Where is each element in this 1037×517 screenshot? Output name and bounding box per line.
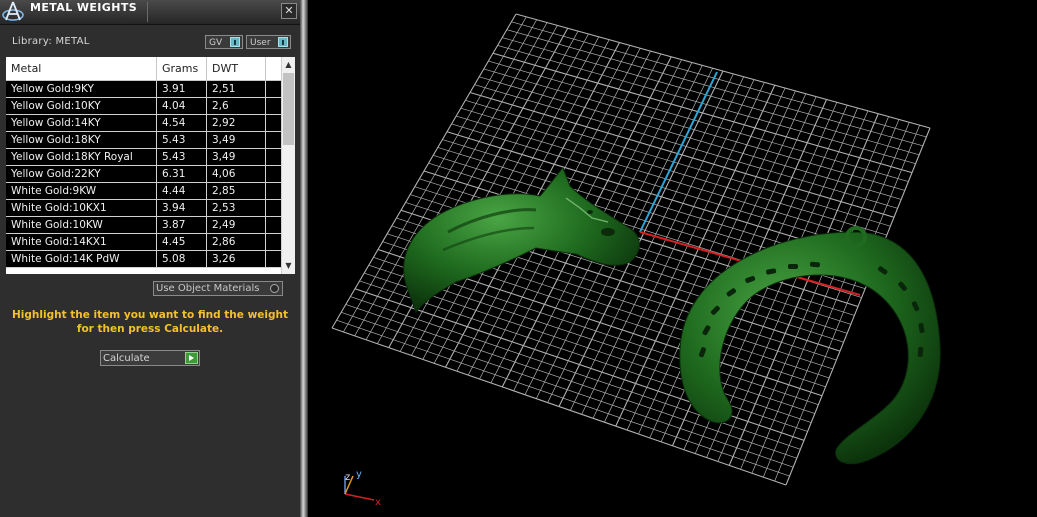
grams-cell: 3.87 <box>157 217 207 233</box>
table-row[interactable]: Yellow Gold:9KY 3.91 2,51 <box>6 81 281 98</box>
radio-icon <box>270 284 279 293</box>
metal-cell: Yellow Gold:22KY <box>6 166 157 182</box>
calculate-label: Calculate <box>103 353 150 364</box>
table-row[interactable]: Yellow Gold:18KY 5.43 3,49 <box>6 132 281 149</box>
metal-cell: Yellow Gold:10KY <box>6 98 157 114</box>
spacer-cell <box>266 183 281 199</box>
grams-cell: 4.54 <box>157 115 207 131</box>
spacer-cell <box>266 132 281 148</box>
viewport-scene[interactable]: z y x <box>308 0 1037 517</box>
grams-cell: 4.45 <box>157 234 207 250</box>
metal-cell: White Gold:14K PdW <box>6 251 157 267</box>
dwt-cell: 3,49 <box>207 132 266 148</box>
table-row[interactable]: White Gold:10KW 3.87 2,49 <box>6 217 281 234</box>
dwt-cell: 2,86 <box>207 234 266 250</box>
user-toggle[interactable]: User <box>246 35 291 49</box>
calculate-button[interactable]: Calculate <box>100 350 200 366</box>
metal-cell: Yellow Gold:18KY <box>6 132 157 148</box>
gizmo-y-label: y <box>356 469 362 480</box>
spacer-cell <box>266 149 281 165</box>
dwt-cell: 2,85 <box>207 183 266 199</box>
metal-cell: Yellow Gold:9KY <box>6 81 157 97</box>
metal-cell: White Gold:14KX1 <box>6 234 157 250</box>
panel-titlebar[interactable]: METAL WEIGHTS ✕ <box>0 0 300 25</box>
spacer-cell <box>266 115 281 131</box>
grams-cell: 3.94 <box>157 200 207 216</box>
scroll-up-arrow-icon[interactable]: ▲ <box>282 58 295 72</box>
toggle-switch-icon <box>278 37 288 47</box>
gizmo-x-label: x <box>375 497 381 508</box>
grams-cell: 5.08 <box>157 251 207 267</box>
dwt-cell: 2,92 <box>207 115 266 131</box>
view-axis-gizmo: z y x <box>344 469 381 508</box>
metal-weights-table: Metal Grams DWT Yellow Gold:9KY 3.91 2,51 Y… <box>6 57 295 274</box>
play-arrow-icon <box>185 352 198 364</box>
spacer-cell <box>266 81 281 97</box>
grams-cell: 5.43 <box>157 132 207 148</box>
metal-cell: Yellow Gold:18KY Royal <box>6 149 157 165</box>
scroll-thumb[interactable] <box>283 73 294 145</box>
user-toggle-label: User <box>250 38 271 48</box>
metal-cell: White Gold:10KX1 <box>6 200 157 216</box>
scroll-down-arrow-icon[interactable]: ▼ <box>282 259 295 273</box>
column-header-grams[interactable]: Grams <box>157 57 207 80</box>
grams-cell: 3.91 <box>157 81 207 97</box>
panel-splitter[interactable] <box>300 0 308 517</box>
table-row[interactable]: White Gold:14KX1 4.45 2,86 <box>6 234 281 251</box>
table-row[interactable]: Yellow Gold:18KY Royal 5.43 3,49 <box>6 149 281 166</box>
table-header: Metal Grams DWT <box>6 57 281 81</box>
table-row[interactable]: Yellow Gold:14KY 4.54 2,92 <box>6 115 281 132</box>
close-button[interactable]: ✕ <box>281 3 297 19</box>
dwt-cell: 2,49 <box>207 217 266 233</box>
metal-cell: White Gold:9KW <box>6 183 157 199</box>
panel-title: METAL WEIGHTS <box>30 1 138 14</box>
grams-cell: 5.43 <box>157 149 207 165</box>
dwt-cell: 3,26 <box>207 251 266 267</box>
table-row[interactable]: White Gold:9KW 4.44 2,85 <box>6 183 281 200</box>
spacer-cell <box>266 217 281 233</box>
metal-cell: Yellow Gold:14KY <box>6 115 157 131</box>
grams-cell: 6.31 <box>157 166 207 182</box>
spacer-cell <box>266 166 281 182</box>
column-header-spacer <box>266 57 281 80</box>
dwt-cell: 3,49 <box>207 149 266 165</box>
table-row[interactable]: White Gold:10KX1 3.94 2,53 <box>6 200 281 217</box>
table-row[interactable]: Yellow Gold:10KY 4.04 2,6 <box>6 98 281 115</box>
spacer-cell <box>266 98 281 114</box>
table-row[interactable]: Yellow Gold:22KY 6.31 4,06 <box>6 166 281 183</box>
library-label: Library: METAL <box>12 36 90 47</box>
gv-toggle[interactable]: GV <box>205 35 243 49</box>
column-header-dwt[interactable]: DWT <box>207 57 266 80</box>
column-header-metal[interactable]: Metal <box>6 57 157 80</box>
grams-cell: 4.44 <box>157 183 207 199</box>
3d-viewport[interactable]: z y x <box>308 0 1037 517</box>
dwt-cell: 2,51 <box>207 81 266 97</box>
toggle-switch-icon <box>230 37 240 47</box>
dwt-cell: 2,6 <box>207 98 266 114</box>
grams-cell: 4.04 <box>157 98 207 114</box>
use-object-materials-label: Use Object Materials <box>156 283 260 294</box>
spacer-cell <box>266 234 281 250</box>
app-logo-icon <box>2 1 24 21</box>
table-row[interactable]: White Gold:14K PdW 5.08 3,26 <box>6 251 281 268</box>
table-scrollbar[interactable]: ▲ ▼ <box>281 57 295 274</box>
spacer-cell <box>266 200 281 216</box>
dwt-cell: 2,53 <box>207 200 266 216</box>
metal-cell: White Gold:10KW <box>6 217 157 233</box>
gv-toggle-label: GV <box>209 38 223 48</box>
instruction-text: Highlight the item you want to find the … <box>12 309 288 335</box>
gizmo-z-label: z <box>345 472 350 483</box>
use-object-materials-toggle[interactable]: Use Object Materials <box>153 281 283 296</box>
metal-weights-panel: METAL WEIGHTS ✕ Library: METAL GV User M… <box>0 0 300 517</box>
table-body: Yellow Gold:9KY 3.91 2,51 Yellow Gold:10KY 4… <box>6 81 281 268</box>
dwt-cell: 4,06 <box>207 166 266 182</box>
spacer-cell <box>266 251 281 267</box>
title-separator <box>147 2 148 22</box>
